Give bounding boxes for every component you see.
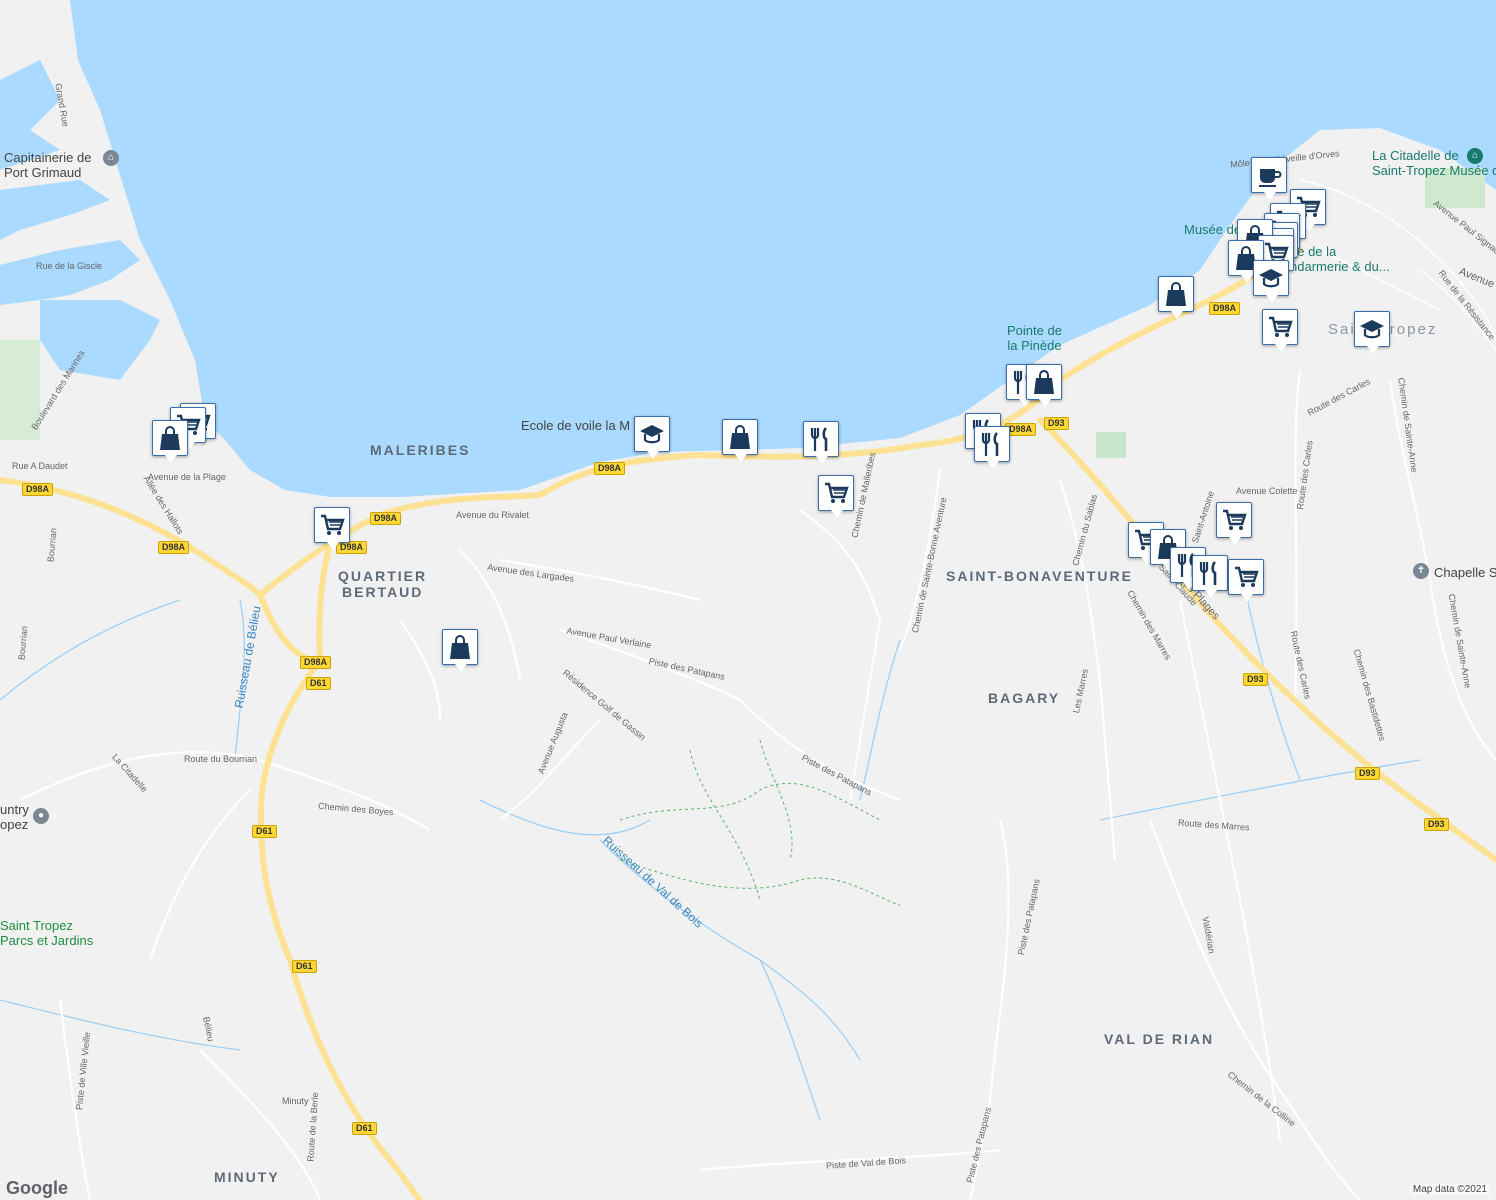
road-shield-d93: D93 bbox=[1243, 673, 1268, 686]
restaurant-icon bbox=[981, 432, 999, 456]
map-marker[interactable] bbox=[803, 421, 839, 464]
street-label: Rue de la Giscle bbox=[36, 261, 103, 271]
cafe-icon bbox=[1259, 169, 1282, 187]
street-label: Route du Bourrian bbox=[184, 754, 258, 764]
shopping-cart-icon bbox=[1269, 316, 1293, 337]
map-marker[interactable] bbox=[1216, 502, 1252, 545]
poi-label-capitainerie[interactable]: Capitainerie de Port Grimaud bbox=[4, 150, 91, 180]
map-marker[interactable] bbox=[1354, 311, 1390, 354]
map-canvas[interactable]: MALERIBES QUARTIER BERTAUD SAINT-BONAVEN… bbox=[0, 0, 1496, 1200]
place-icon[interactable]: ● bbox=[33, 808, 49, 824]
area-label-minuty: MINUTY bbox=[214, 1169, 280, 1185]
map-marker[interactable] bbox=[442, 629, 478, 672]
map-marker[interactable] bbox=[818, 475, 854, 518]
shopping-bag-icon bbox=[1034, 370, 1054, 394]
poi-label-musee[interactable]: Musée de bbox=[1184, 222, 1241, 237]
poi-label-ecole-voile[interactable]: Ecole de voile la M bbox=[521, 418, 630, 433]
chapel-icon[interactable]: ✝ bbox=[1413, 563, 1429, 579]
area-label-bertaud: BERTAUD bbox=[342, 584, 424, 600]
road-shield-d98a: D98A bbox=[1209, 302, 1241, 315]
area-label-val-de-rian: VAL DE RIAN bbox=[1104, 1031, 1215, 1047]
school-icon bbox=[1259, 269, 1283, 288]
map-marker[interactable] bbox=[152, 420, 188, 463]
street-label: Minuty bbox=[282, 1096, 309, 1106]
museum-icon[interactable]: ⌂ bbox=[1467, 148, 1483, 164]
shopping-bag-icon bbox=[1166, 282, 1186, 306]
map-marker[interactable] bbox=[1192, 555, 1228, 598]
map-marker[interactable] bbox=[1262, 309, 1298, 352]
map-marker[interactable] bbox=[1253, 260, 1289, 303]
shopping-cart-icon bbox=[321, 514, 345, 535]
road-shield-d98a: D98A bbox=[370, 512, 402, 525]
poi-label-line: Port Grimaud bbox=[4, 165, 82, 180]
road-shield-d98a: D98A bbox=[300, 656, 332, 669]
shopping-bag-icon bbox=[160, 426, 180, 450]
road-shield-d93: D93 bbox=[1424, 818, 1449, 831]
road-shield-d93: D93 bbox=[1355, 767, 1380, 780]
school-icon bbox=[1360, 320, 1384, 339]
shopping-bag-icon bbox=[730, 425, 750, 449]
restaurant-icon bbox=[810, 427, 828, 451]
area-label-bagary: BAGARY bbox=[988, 690, 1061, 706]
street-label: Avenue Colette bbox=[1236, 486, 1298, 496]
landmark-icon[interactable]: ⌂ bbox=[103, 150, 119, 166]
road-shield-d61: D61 bbox=[306, 677, 331, 690]
poi-label-pointe-pinede[interactable]: Pointe de la Pinède bbox=[1007, 323, 1062, 353]
poi-label-line: opez bbox=[0, 817, 29, 832]
map-marker[interactable] bbox=[722, 419, 758, 462]
map-marker[interactable] bbox=[974, 426, 1010, 469]
street-label: Avenue du Rivalet bbox=[456, 510, 529, 520]
shopping-cart-icon bbox=[825, 482, 849, 503]
poi-label-line: la Pinède bbox=[1007, 338, 1062, 353]
road-shield-d61: D61 bbox=[352, 1122, 377, 1135]
area-label-quartier: QUARTIER bbox=[338, 568, 428, 584]
school-icon bbox=[640, 425, 664, 444]
poi-label-line: Pointe de bbox=[1007, 323, 1062, 338]
poi-label-musee-gendarmerie[interactable]: ée de la ndarmerie & du... bbox=[1290, 244, 1390, 274]
road-shield-d61: D61 bbox=[292, 960, 317, 973]
road-shield-d98a: D98A bbox=[22, 483, 54, 496]
poi-label-line: Capitainerie de bbox=[4, 150, 92, 165]
street-label: Rue A Daudet bbox=[12, 461, 68, 471]
shopping-cart-icon bbox=[1223, 509, 1247, 530]
shopping-cart-icon bbox=[1235, 566, 1259, 587]
poi-label-parcs-jardins[interactable]: Saint Tropez Parcs et Jardins bbox=[0, 918, 93, 948]
restaurant-icon bbox=[1199, 561, 1217, 585]
shopping-bag-icon bbox=[450, 635, 470, 659]
map-marker[interactable] bbox=[314, 507, 350, 550]
poi-label-line: untry bbox=[0, 802, 29, 817]
poi-label-chapelle[interactable]: Chapelle S bbox=[1434, 565, 1496, 580]
road-shield-d98a: D98A bbox=[594, 462, 626, 475]
road-d98a-south bbox=[257, 592, 313, 663]
road-shield-d61: D61 bbox=[252, 825, 277, 838]
map-marker[interactable] bbox=[1251, 157, 1287, 200]
park bbox=[1096, 432, 1126, 458]
poi-label-line: La Citadelle de bbox=[1372, 148, 1459, 163]
road-shield-d98a: D98A bbox=[158, 541, 190, 554]
area-label-saint-bonaventure: SAINT-BONAVENTURE bbox=[946, 568, 1133, 584]
poi-label-line: ndarmerie & du... bbox=[1290, 259, 1390, 274]
poi-label-line: Saint-Tropez Musée d... bbox=[1372, 163, 1496, 178]
map-attribution[interactable]: Map data ©2021 bbox=[1409, 1184, 1490, 1195]
map-marker[interactable] bbox=[1026, 364, 1062, 407]
poi-label-country[interactable]: untry opez bbox=[0, 802, 29, 832]
poi-label-line: Saint Tropez bbox=[0, 918, 73, 933]
road-shield-d93: D93 bbox=[1044, 417, 1069, 430]
area-label-malerbes: MALERIBES bbox=[370, 442, 471, 458]
map-marker[interactable] bbox=[1158, 276, 1194, 319]
street-label: Avenue de la Plage bbox=[148, 472, 226, 482]
poi-label-line: Parcs et Jardins bbox=[0, 933, 94, 948]
google-logo: Google bbox=[6, 1178, 68, 1198]
map-marker[interactable] bbox=[634, 416, 670, 459]
map-marker[interactable] bbox=[1228, 559, 1264, 602]
